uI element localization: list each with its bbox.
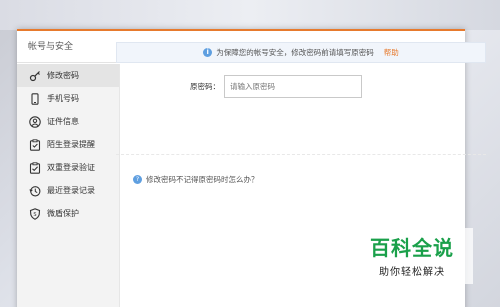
clipboard-alert-icon — [29, 138, 41, 151]
watermark-main: 百科全说 — [370, 236, 454, 260]
forgot-password-link[interactable]: ? 修改密码不记得原密码时怎么办？ — [133, 174, 259, 185]
sidebar-item-two-step-verification[interactable]: 双重登录验证 — [17, 156, 119, 179]
sidebar-item-label: 手机号码 — [47, 94, 79, 103]
sidebar-item-phone[interactable]: 手机号码 — [17, 87, 119, 110]
shield-icon: S — [29, 207, 41, 220]
svg-text:S: S — [33, 212, 36, 218]
divider — [116, 154, 486, 155]
help-link[interactable]: 帮助 — [384, 47, 399, 58]
watermark-logo: 百科全说 助你轻松解决 — [357, 232, 467, 278]
sidebar-item-stranger-login-alert[interactable]: 陌生登录提醒 — [17, 133, 119, 156]
sidebar-item-label: 最近登录记录 — [47, 186, 95, 195]
old-password-input[interactable] — [224, 75, 362, 98]
phone-icon — [29, 92, 41, 105]
sidebar-item-id-info[interactable]: 证件信息 — [17, 110, 119, 133]
clipboard-check-icon — [29, 161, 41, 174]
password-row: 原密码： — [116, 75, 486, 98]
desktop-background — [0, 0, 500, 30]
question-icon: ? — [133, 175, 142, 184]
sidebar-item-label: 陌生登录提醒 — [47, 140, 95, 149]
sidebar-item-change-password[interactable]: 修改密码 — [17, 64, 119, 87]
sidebar-item-recent-logins[interactable]: 最近登录记录 — [17, 179, 119, 202]
notice-text: 为保障您的帐号安全，修改密码前请填写原密码 — [216, 48, 374, 57]
sidebar-item-shield-protection[interactable]: S 微盾保护 — [17, 202, 119, 225]
sidebar-item-label: 证件信息 — [47, 117, 79, 126]
sidebar-item-label: 微盾保护 — [47, 209, 79, 218]
change-password-panel: i 为保障您的帐号安全，修改密码前请填写原密码 帮助 原密码： — [116, 42, 486, 98]
history-icon — [29, 185, 41, 197]
info-icon: i — [203, 48, 213, 57]
forgot-text: 修改密码不记得原密码时怎么办？ — [146, 175, 259, 184]
user-id-icon — [29, 115, 41, 128]
security-notice: i 为保障您的帐号安全，修改密码前请填写原密码 帮助 — [116, 42, 486, 63]
key-icon — [29, 70, 41, 82]
sidebar-item-label: 双重登录验证 — [47, 163, 95, 172]
watermark-sub: 助你轻松解决 — [379, 267, 445, 278]
password-label: 原密码： — [190, 82, 220, 91]
sidebar: 修改密码 手机号码 证件信息 陌生登录提醒 双重登录验证 最近登录记录 S 微盾… — [17, 64, 120, 307]
sidebar-item-label: 修改密码 — [47, 71, 79, 80]
